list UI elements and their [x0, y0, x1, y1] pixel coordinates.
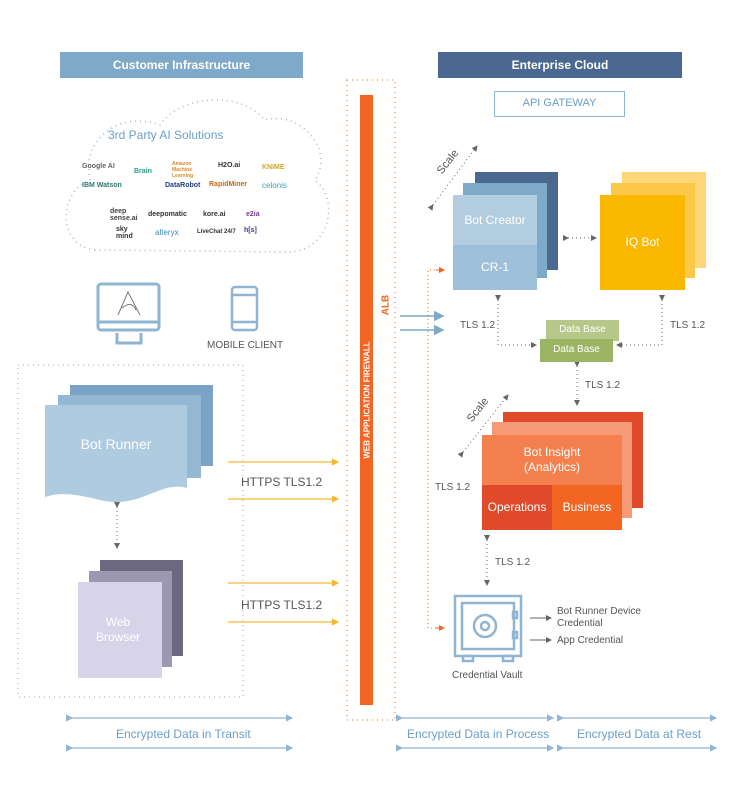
logo-celonis: celonis — [262, 181, 287, 190]
tls-label: TLS 1.2 — [435, 482, 471, 493]
tls-label: TLS 1.2 — [585, 380, 621, 391]
operations-box: Operations — [482, 485, 552, 530]
logo-alteryx: alteryx — [155, 228, 179, 237]
cloud-title: 3rd Party AI Solutions — [108, 128, 224, 142]
logo-deepsense: deep sense.ai — [110, 208, 138, 222]
vault-output-device-credential: Bot Runner Device Credential — [557, 606, 641, 629]
api-gateway-box: API GATEWAY — [494, 91, 625, 117]
footer-rest: Encrypted Data at Rest — [577, 727, 702, 741]
logo-kore: kore.ai — [203, 211, 226, 218]
https-label-browser: HTTPS TLS1.2 — [241, 598, 323, 612]
footer-process: Encrypted Data in Process — [407, 727, 550, 741]
logo-aws-ml: Amazon Machine Learning — [172, 161, 194, 179]
https-label-runner: HTTPS TLS1.2 — [241, 475, 323, 489]
logo-knime: KNIME — [262, 164, 285, 171]
alb-label: ALB — [380, 294, 392, 316]
database-back: Data Base — [546, 320, 619, 341]
web-browser-label: Web Browser — [95, 615, 140, 644]
bot-runner-label: Bot Runner — [80, 436, 152, 453]
tls-label: TLS 1.2 — [495, 557, 531, 568]
cr1-box: CR-1 — [453, 245, 537, 290]
logo-livechat: LiveChat 24/7 — [197, 229, 236, 235]
enterprise-cloud-header: Enterprise Cloud — [438, 52, 682, 78]
logo-rapidminer: RapidMiner — [209, 181, 248, 188]
mobile-client-label: MOBILE CLIENT — [207, 340, 284, 351]
logo-e2ia: e2ia — [246, 211, 260, 218]
logo-google-ai: Google AI — [82, 163, 115, 170]
logo-ibm-watson: IBM Watson — [82, 182, 122, 189]
database-front: Data Base — [540, 339, 613, 362]
mobile-client-icon — [230, 285, 259, 332]
logo-deepomatic: deepomatic — [148, 211, 187, 218]
tls-label: TLS 1.2 — [670, 320, 706, 331]
customer-infrastructure-header: Customer Infrastructure — [60, 52, 303, 78]
logo-h2o: H2O.ai — [218, 162, 241, 169]
logo-skymind: sky mind — [116, 226, 133, 240]
waf-label: WEB APPLICATION FIREWALL — [362, 341, 372, 459]
bot-insight-box: Bot Insight (Analytics) — [482, 435, 622, 485]
logo-brain: Brain — [134, 168, 152, 175]
footer-transit: Encrypted Data in Transit — [116, 727, 251, 741]
tls-label: TLS 1.2 — [460, 320, 496, 331]
logo-hs: h[s] — [244, 227, 257, 234]
desktop-client-icon — [96, 282, 161, 345]
iq-bot-box: IQ Bot — [600, 195, 685, 290]
bot-creator-box: Bot Creator — [453, 195, 537, 245]
logo-datarobot: DataRobot — [165, 182, 201, 189]
business-box: Business — [552, 485, 622, 530]
credential-vault-label: Credential Vault — [452, 670, 523, 681]
credential-vault-icon — [453, 594, 523, 663]
vault-output-app-credential: App Credential — [557, 635, 624, 646]
